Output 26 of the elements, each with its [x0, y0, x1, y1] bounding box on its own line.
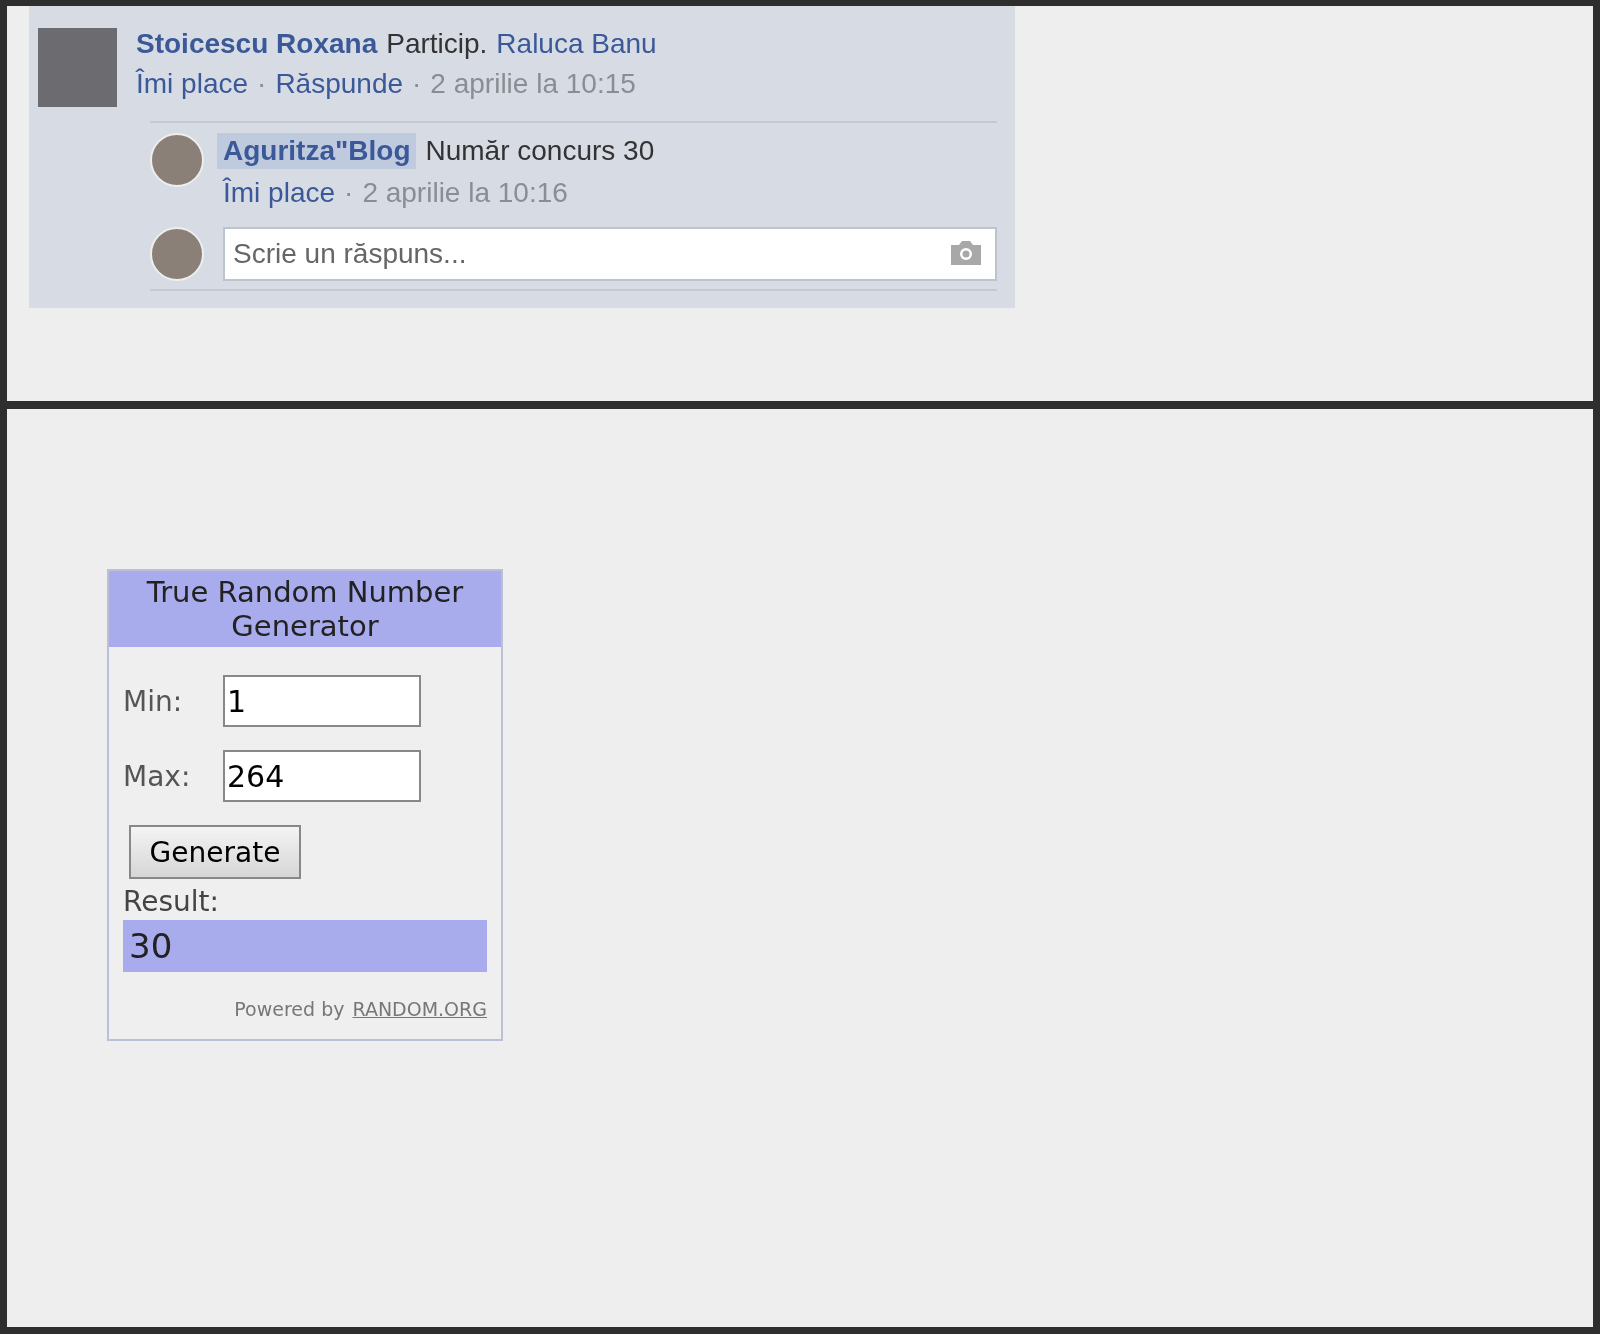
author-link[interactable]: Stoicescu Roxana — [136, 28, 378, 60]
avatar-icon — [150, 133, 204, 187]
avatar-icon — [150, 227, 204, 281]
number-field[interactable]: 264 — [223, 750, 421, 802]
number-field[interactable]: 1 — [223, 675, 421, 727]
comment-text: Particip. — [386, 28, 488, 60]
powered-by-text: Powered by — [234, 998, 345, 1020]
action-link[interactable]: Îmi place — [223, 177, 336, 209]
generate-button[interactable]: Generate — [129, 825, 301, 879]
mention-link[interactable]: Raluca Banu — [496, 28, 657, 60]
reply-text: Număr concurs 30 — [425, 135, 655, 167]
result-value: 30 — [123, 920, 487, 972]
separator-dot: · — [412, 68, 422, 100]
field-label: Min: — [123, 684, 184, 718]
widget-title: True Random Number Generator — [109, 571, 501, 647]
author-link[interactable]: Aguritza"Blog — [217, 133, 417, 169]
timestamp: 2 aprilie la 10:16 — [362, 177, 568, 209]
timestamp: 2 aprilie la 10:15 — [430, 68, 636, 100]
separator-dot: · — [344, 177, 354, 209]
result-label: Result: — [123, 885, 220, 918]
field-label: Max: — [123, 759, 192, 793]
action-link[interactable]: Îmi place — [136, 68, 249, 100]
reply-field[interactable]: Scrie un răspuns... — [223, 227, 997, 281]
separator-dot: · — [257, 68, 267, 100]
action-link[interactable]: Răspunde — [275, 68, 404, 100]
random-org-link[interactable]: RANDOM.ORG — [352, 998, 487, 1020]
